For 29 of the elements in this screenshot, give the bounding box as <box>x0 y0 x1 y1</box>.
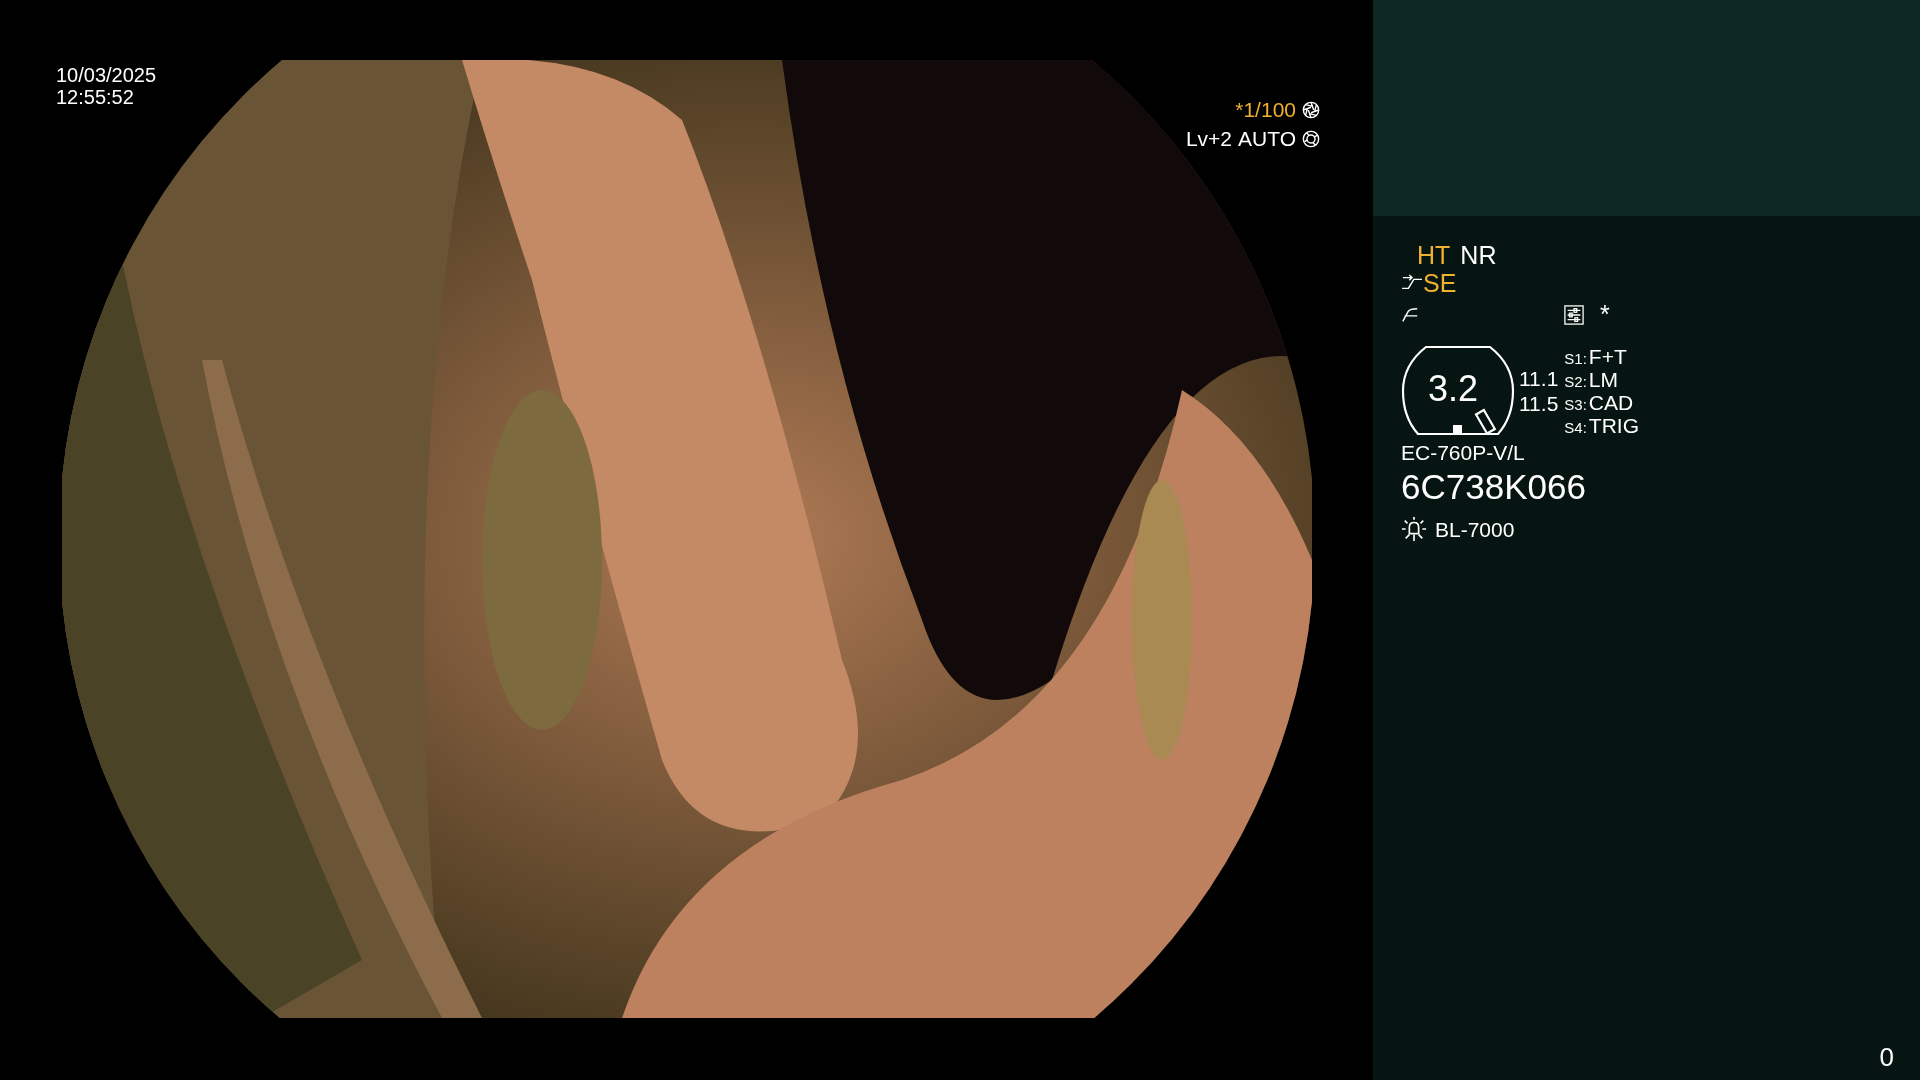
switch-key: S2: <box>1564 373 1587 391</box>
counter: 0 <box>1879 1043 1894 1072</box>
light-source: BL-7000 <box>1435 517 1515 541</box>
shutter-speed: *1/100 <box>1235 98 1296 122</box>
switch-function: CAD <box>1588 390 1634 414</box>
switch-function: LM <box>1588 367 1619 391</box>
mode-label: HT <box>1417 242 1451 270</box>
switch-key: S4: <box>1564 419 1587 437</box>
marker: * <box>1600 301 1610 329</box>
exposure-level: Lv+2 <box>1185 127 1233 151</box>
reading: 11.1 <box>1519 366 1559 390</box>
mode-label: NR <box>1460 242 1497 270</box>
switch-key: S3: <box>1564 396 1587 414</box>
serial-number: 6C738K066 <box>1401 467 1587 507</box>
switch-function: TRIG <box>1588 413 1639 437</box>
aperture-icon <box>1302 129 1320 148</box>
lamp-icon <box>1401 516 1427 543</box>
reading: 11.5 <box>1519 391 1559 415</box>
settings-icon <box>1564 304 1584 325</box>
curve-icon <box>1401 305 1419 324</box>
shutter-icon <box>1302 100 1320 119</box>
enhancement-label: SE <box>1423 269 1457 297</box>
zoom-value: 3.2 <box>1428 368 1479 409</box>
switch-key: S1: <box>1564 350 1587 367</box>
time: 12:55:52 <box>56 86 135 108</box>
date: 10/03/2025 <box>56 64 157 86</box>
scope-model: EC-760P-V/L <box>1401 440 1526 464</box>
exposure-mode: AUTO <box>1238 127 1296 151</box>
switch-function: F+T <box>1588 344 1627 368</box>
